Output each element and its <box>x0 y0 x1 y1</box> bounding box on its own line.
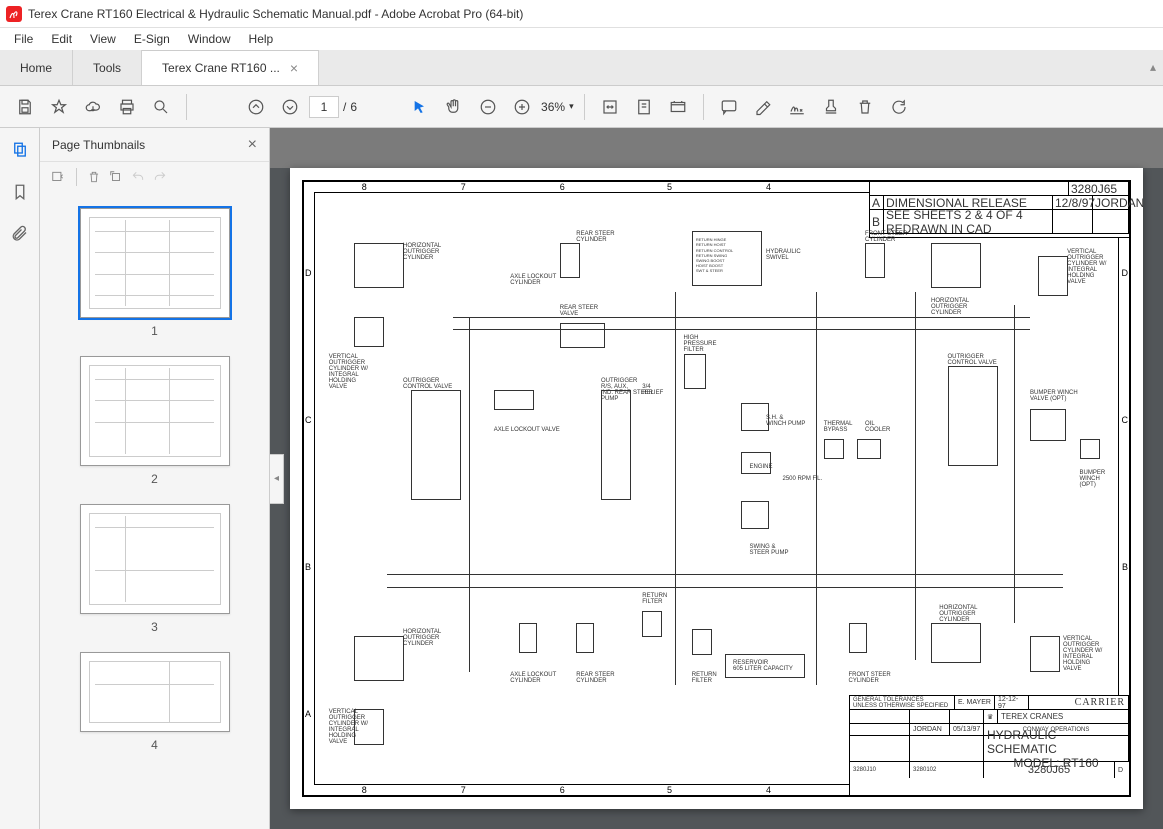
thumbnail-page-3[interactable]: 3 <box>80 504 230 634</box>
thumbnails-list[interactable]: 1 2 3 4 <box>40 192 269 829</box>
pdf-page: 8 7 6 5 4 3 2 1 8 7 6 5 4 3 D C B A D <box>290 168 1143 809</box>
menubar: File Edit View E-Sign Window Help <box>0 28 1163 50</box>
page-up-button[interactable] <box>241 92 271 122</box>
menu-view[interactable]: View <box>82 30 124 48</box>
tab-document[interactable]: Terex Crane RT160 ... × <box>142 50 319 85</box>
revision-block: 3280J65 ADIMENSIONAL RELEASE12/8/97JORDA… <box>869 182 1129 238</box>
thumbnails-rail-button[interactable] <box>8 138 32 162</box>
zoom-out-button[interactable] <box>473 92 503 122</box>
thumb-scroll-up-icon[interactable]: ▴ <box>1150 60 1163 74</box>
bookmarks-rail-button[interactable] <box>8 180 32 204</box>
main-toolbar: / 6 36% ▾ <box>0 86 1163 128</box>
highlight-button[interactable] <box>748 92 778 122</box>
comment-button[interactable] <box>714 92 744 122</box>
acrobat-icon <box>6 6 22 22</box>
rotate-button[interactable] <box>884 92 914 122</box>
hand-tool[interactable] <box>439 92 469 122</box>
zoom-in-button[interactable] <box>507 92 537 122</box>
fit-width-button[interactable] <box>595 92 625 122</box>
tab-document-label: Terex Crane RT160 ... <box>162 61 280 75</box>
thumbnail-page-1[interactable]: 1 <box>80 208 230 338</box>
thumb-rotate-button[interactable] <box>109 170 123 184</box>
tab-tools[interactable]: Tools <box>73 50 142 85</box>
delete-button[interactable] <box>850 92 880 122</box>
vert-outrigger-cyl-tl <box>354 243 404 288</box>
attachments-rail-button[interactable] <box>8 222 32 246</box>
star-button[interactable] <box>44 92 74 122</box>
stamp-button[interactable] <box>816 92 846 122</box>
fit-page-button[interactable] <box>629 92 659 122</box>
tab-close-button[interactable]: × <box>290 60 298 76</box>
thumb-undo-button[interactable] <box>131 170 145 184</box>
workspace: Page Thumbnails × ▴ 1 2 <box>0 128 1163 829</box>
zoom-level[interactable]: 36% ▾ <box>541 100 574 114</box>
schematic-drawing: 8 7 6 5 4 3 2 1 8 7 6 5 4 3 D C B A D <box>302 180 1131 797</box>
menu-file[interactable]: File <box>6 30 41 48</box>
menu-window[interactable]: Window <box>180 30 239 48</box>
thumbnails-title: Page Thumbnails <box>52 138 145 152</box>
thumbnail-page-2[interactable]: 2 <box>80 356 230 486</box>
collapse-thumbnails-button[interactable]: ◂ <box>270 454 284 504</box>
thumbnails-toolbar <box>40 162 269 192</box>
thumb-redo-button[interactable] <box>153 170 167 184</box>
menu-esign[interactable]: E-Sign <box>126 30 178 48</box>
thumbnail-page-4[interactable]: 4 <box>80 652 230 752</box>
window-title: Terex Crane RT160 Electrical & Hydraulic… <box>28 7 523 21</box>
thumb-delete-button[interactable] <box>87 170 101 184</box>
outrigger-ctrl-valve-l <box>411 390 461 500</box>
document-view[interactable]: ◂ 8 7 6 5 4 3 2 1 8 7 6 5 4 3 D C <box>270 128 1163 829</box>
thumbnails-panel: Page Thumbnails × ▴ 1 2 <box>40 128 270 829</box>
engine <box>741 452 771 474</box>
navigation-rail <box>0 128 40 829</box>
save-button[interactable] <box>10 92 40 122</box>
thumbnails-header: Page Thumbnails × <box>40 128 269 162</box>
title-block: GENERAL TOLERANCES UNLESS OTHERWISE SPEC… <box>849 695 1129 795</box>
page-total: 6 <box>350 100 357 114</box>
print-button[interactable] <box>112 92 142 122</box>
menu-help[interactable]: Help <box>241 30 282 48</box>
tabbar: Home Tools Terex Crane RT160 ... × <box>0 50 1163 86</box>
page-indicator: / 6 <box>309 96 357 118</box>
menu-edit[interactable]: Edit <box>43 30 80 48</box>
zoom-caret-icon: ▾ <box>569 101 574 112</box>
sign-button[interactable] <box>782 92 812 122</box>
thumbnails-close-button[interactable]: × <box>248 136 257 154</box>
select-tool[interactable] <box>405 92 435 122</box>
find-button[interactable] <box>146 92 176 122</box>
page-down-button[interactable] <box>275 92 305 122</box>
read-mode-button[interactable] <box>663 92 693 122</box>
thumb-options-button[interactable] <box>50 170 66 184</box>
tab-home[interactable]: Home <box>0 50 73 85</box>
page-current-input[interactable] <box>309 96 339 118</box>
cloud-button[interactable] <box>78 92 108 122</box>
window-titlebar: Terex Crane RT160 Electrical & Hydraulic… <box>0 0 1163 28</box>
